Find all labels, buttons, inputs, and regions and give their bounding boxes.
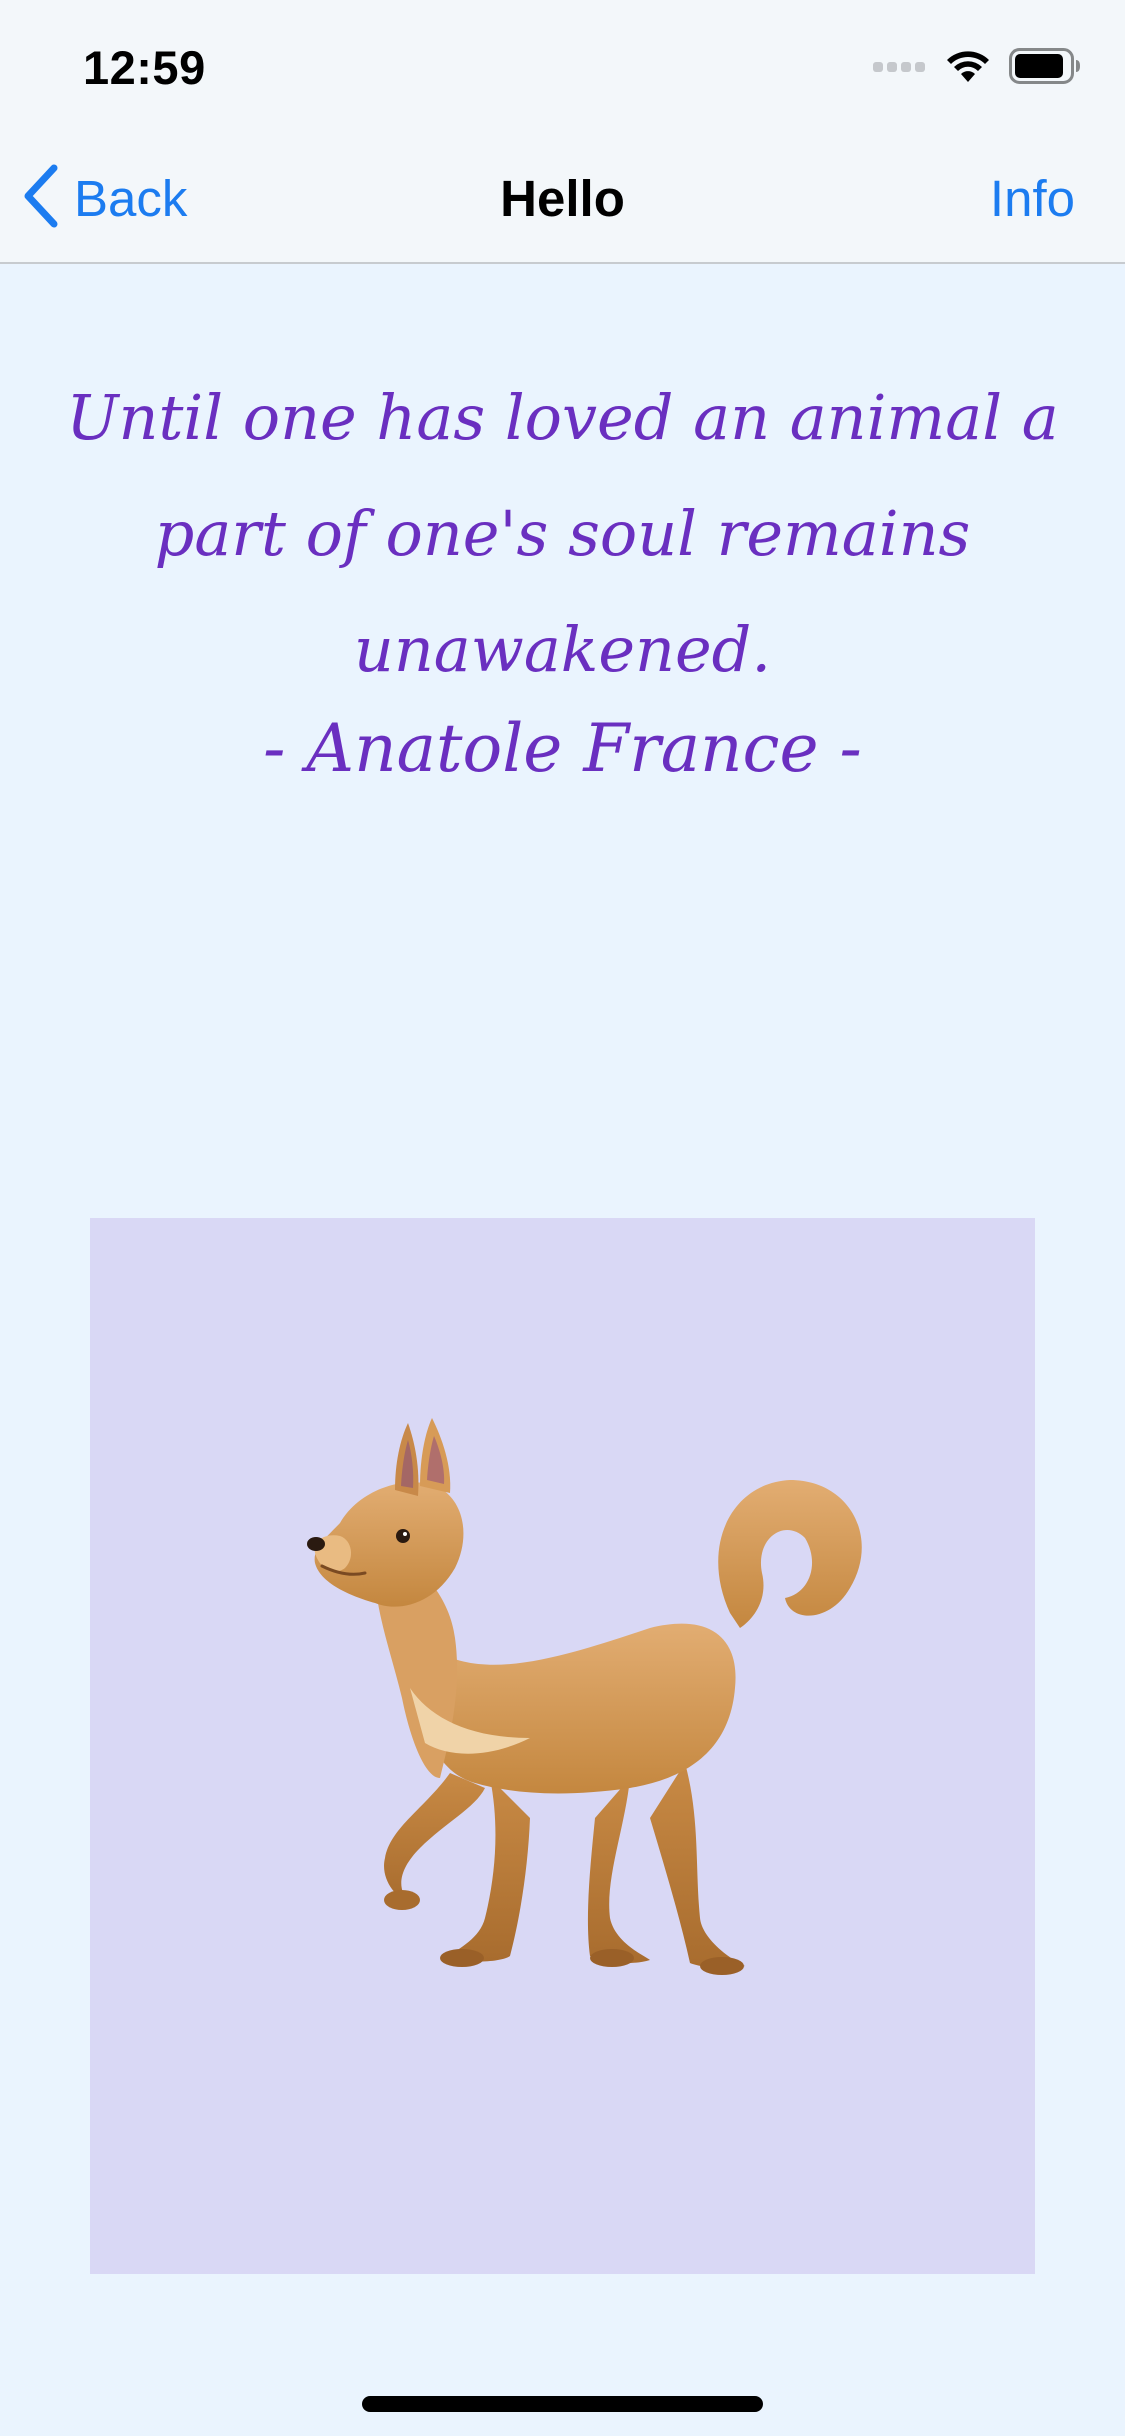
cellular-signal-icon [873, 59, 927, 78]
image-panel [90, 1218, 1035, 2274]
info-button[interactable]: Info [990, 169, 1075, 228]
home-indicator[interactable] [362, 2396, 763, 2412]
status-bar: 12:59 [0, 0, 1125, 135]
dog-icon [307, 1418, 862, 1975]
page-title: Hello [500, 170, 625, 227]
battery-icon [1009, 47, 1081, 89]
navigation-bar: Back Hello Info [0, 135, 1125, 264]
wifi-icon [945, 48, 991, 89]
status-time: 12:59 [83, 41, 206, 94]
status-icons [873, 47, 1081, 89]
quote-author: - Anatole France - [263, 710, 862, 787]
quote-text: Until one has loved an animal a part of … [66, 381, 1059, 686]
